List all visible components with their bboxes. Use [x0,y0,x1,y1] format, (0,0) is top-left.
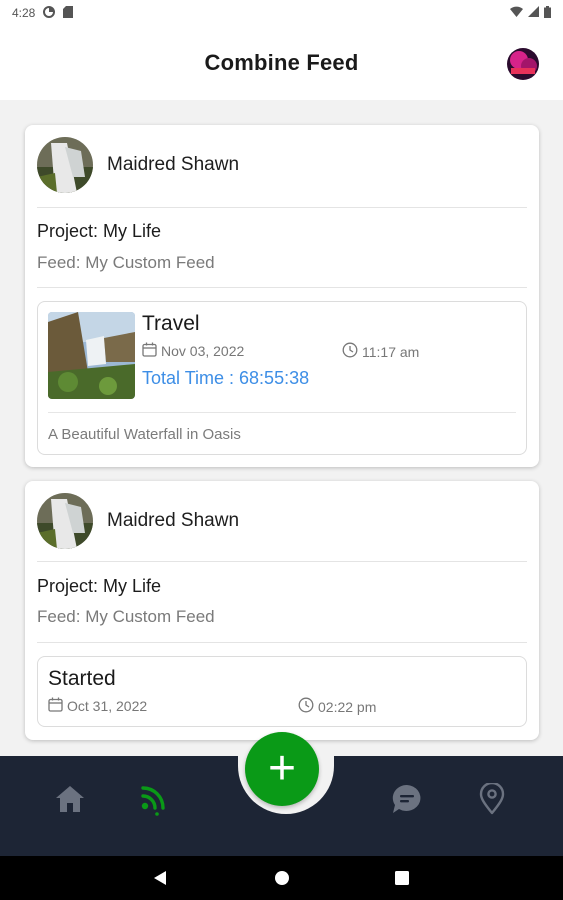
calendar-icon [48,697,63,715]
status-time: 4:28 [12,6,36,20]
post-author[interactable]: Maidred Shawn [37,137,239,193]
home-icon[interactable] [52,781,88,817]
feed-label: Feed: My Custom Feed [37,607,215,626]
clock-icon [298,697,314,716]
sd-card-icon [63,5,74,21]
location-pin-icon[interactable] [474,781,510,817]
divider [37,207,527,208]
back-icon[interactable] [150,868,170,888]
feed-list[interactable]: Maidred Shawn Project: My Life Feed: My … [0,100,563,756]
add-post-button[interactable]: + [245,732,319,806]
entry-date-text: Nov 03, 2022 [161,343,245,359]
post-author[interactable]: Maidred Shawn [37,493,239,549]
entry-date-text: Oct 31, 2022 [67,698,148,714]
entry-time: 02:22 pm [298,697,376,716]
add-icon: + [267,742,297,795]
project-label: Project: My Life [37,576,162,596]
home-circle-icon[interactable] [272,868,292,888]
divider [37,642,527,643]
author-avatar[interactable] [37,137,93,193]
calendar-icon [142,342,157,360]
entry-description: A Beautiful Waterfall in Oasis [48,426,241,443]
feed-post-card[interactable]: Maidred Shawn Project: My Life Feed: My … [25,481,539,740]
battery-icon [544,5,551,21]
clock-icon [342,342,358,361]
wifi-icon [510,6,523,20]
author-name[interactable]: Maidred Shawn [107,510,239,532]
divider [37,561,527,562]
author-avatar[interactable] [37,493,93,549]
signal-icon [528,6,539,20]
status-bar: 4:28 [0,0,563,26]
divider [37,287,527,288]
divider [48,412,516,413]
feed-label: Feed: My Custom Feed [37,253,215,272]
data-saver-icon [43,5,56,21]
author-name[interactable]: Maidred Shawn [107,154,239,176]
system-navigation-bar [0,856,563,900]
entry-title: Travel [142,312,200,335]
entry-date: Oct 31, 2022 [48,697,147,715]
profile-avatar[interactable] [507,48,539,80]
chat-icon[interactable] [389,781,425,817]
entry-title: Started [48,667,116,690]
entry-card[interactable]: Started Oct 31, 2022 02:22 pm [37,656,527,727]
entry-thumbnail[interactable] [48,312,135,399]
entry-time-text: 11:17 am [362,343,420,360]
rss-feed-icon[interactable] [137,781,173,817]
feed-post-card[interactable]: Maidred Shawn Project: My Life Feed: My … [25,125,539,467]
entry-date: Nov 03, 2022 [142,342,244,360]
page-title: Combine Feed [204,50,359,75]
entry-time: 11:17 am [342,342,419,361]
recents-icon[interactable] [392,868,412,888]
total-time: Total Time : 68:55:38 [142,368,310,388]
entry-time-text: 02:22 pm [318,698,377,715]
entry-card[interactable]: Travel Nov 03, 2022 11:17 am Total Time … [37,301,527,455]
project-label: Project: My Life [37,221,162,241]
app-header: Combine Feed [0,26,563,100]
